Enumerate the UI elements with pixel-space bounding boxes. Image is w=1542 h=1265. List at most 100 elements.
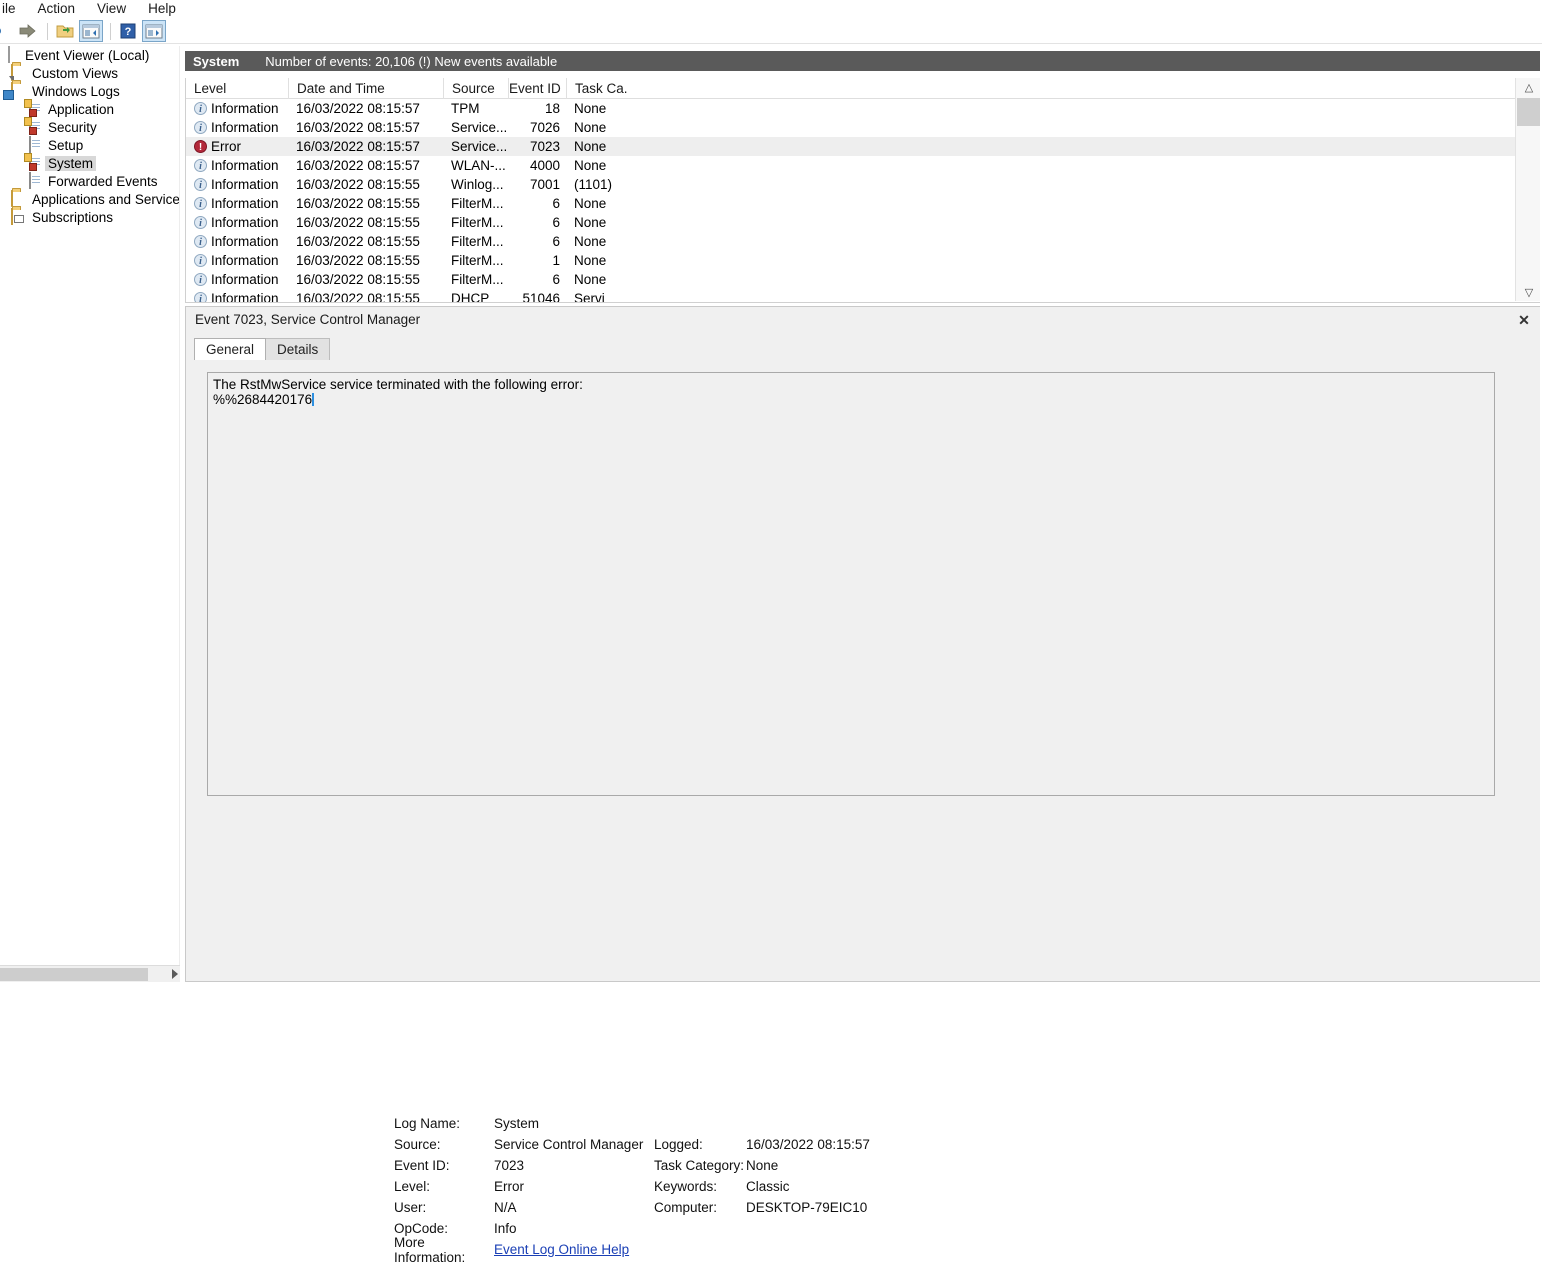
cell-task: None xyxy=(574,272,607,287)
table-row[interactable]: Information 16/03/2022 08:15:57 TPM 18 None xyxy=(186,99,1516,118)
help-button[interactable]: ? xyxy=(116,20,140,42)
question-mark-icon: ? xyxy=(120,23,136,39)
column-header-level[interactable]: Level xyxy=(186,78,288,99)
subscriptions-icon xyxy=(11,208,27,225)
cell-level: Information xyxy=(186,99,288,118)
cell-source: Service... xyxy=(451,120,508,135)
more-information-label: More Information: xyxy=(394,1234,466,1265)
tab-details[interactable]: Details xyxy=(265,338,331,360)
event-message-box[interactable]: The RstMwService service terminated with… xyxy=(207,372,1495,796)
detail-tabs: General Details xyxy=(194,338,331,360)
cell-date-time: 16/03/2022 08:15:55 xyxy=(296,234,420,249)
error-icon xyxy=(194,138,207,156)
toolbar: ? xyxy=(0,19,1542,44)
menu-item-action[interactable]: Action xyxy=(27,0,87,18)
table-row[interactable]: Error 16/03/2022 08:15:57 Service... 7023 No… xyxy=(186,137,1516,156)
cell-task: None xyxy=(574,120,607,135)
cell-event-id: 6 xyxy=(552,272,560,287)
cell-level-text: Information xyxy=(211,272,279,287)
information-icon xyxy=(194,290,207,302)
computer-value: DESKTOP-79EIC10 xyxy=(746,1200,868,1215)
level-label: Level: xyxy=(394,1179,431,1194)
sidebar-item-subscriptions[interactable]: Subscriptions xyxy=(0,208,179,226)
cell-level-text: Information xyxy=(211,253,279,268)
close-icon[interactable]: ✕ xyxy=(1515,311,1533,329)
sidebar-horizontal-scrollbar[interactable] xyxy=(0,965,180,982)
cell-level: Information xyxy=(186,232,288,251)
event-id-label: Event ID: xyxy=(394,1158,450,1173)
information-icon xyxy=(194,119,207,137)
sidebar-item-applications-and-services-logs[interactable]: Applications and Services Lo xyxy=(0,190,179,208)
information-icon xyxy=(194,157,207,175)
menu-item-view[interactable]: View xyxy=(86,0,137,18)
task-category-value: None xyxy=(746,1158,779,1173)
sidebar-item-label: Applications and Services Lo xyxy=(32,191,180,207)
events-status-text: Number of events: 20,106 (!) New events … xyxy=(265,53,558,69)
table-row[interactable]: Information 16/03/2022 08:15:55 FilterM...… xyxy=(186,194,1516,213)
sidebar-item-setup[interactable]: Setup xyxy=(0,136,179,154)
sidebar-item-system[interactable]: System xyxy=(0,154,179,172)
sidebar-item-event-viewer-local[interactable]: Event Viewer (Local) xyxy=(0,46,179,64)
cell-level: Information xyxy=(186,289,288,302)
log-name-value: System xyxy=(494,1116,540,1131)
scroll-up-icon[interactable]: △ xyxy=(1516,78,1541,96)
events-column-headers: Level Date and Time Source Event ID Task… xyxy=(186,78,1516,99)
cell-event-id: 18 xyxy=(544,101,560,116)
cell-task: None xyxy=(574,196,607,211)
chevron-right-icon[interactable] xyxy=(172,969,178,979)
sidebar-scrollbar-thumb[interactable] xyxy=(0,968,148,981)
open-saved-log-button[interactable] xyxy=(53,20,77,42)
sidebar-item-label: Custom Views xyxy=(32,65,119,81)
column-header-source[interactable]: Source xyxy=(443,78,508,99)
table-row[interactable]: Information 16/03/2022 08:15:57 WLAN-... 40… xyxy=(186,156,1516,175)
console-root-icon xyxy=(4,46,20,63)
table-row[interactable]: Information 16/03/2022 08:15:57 Service...… xyxy=(186,118,1516,137)
sidebar-item-label: Subscriptions xyxy=(32,209,114,225)
user-label: User: xyxy=(394,1200,427,1215)
menu-item-help[interactable]: Help xyxy=(137,0,187,18)
sidebar-item-custom-views[interactable]: Custom Views xyxy=(0,64,179,83)
computer-label: Computer: xyxy=(654,1200,718,1215)
table-row[interactable]: Information 16/03/2022 08:15:55 FilterM...… xyxy=(186,251,1516,270)
console-tree-sidebar[interactable]: Event Viewer (Local) Custom Views Window… xyxy=(0,46,180,965)
cell-event-id: 6 xyxy=(552,215,560,230)
events-log-name: System xyxy=(193,53,240,69)
back-button[interactable] xyxy=(0,20,14,42)
event-metadata-grid: Log Name: System Source: Service Control… xyxy=(394,1113,1294,1265)
cell-date-time: 16/03/2022 08:15:55 xyxy=(296,272,420,287)
table-row[interactable]: Information 16/03/2022 08:15:55 FilterM...… xyxy=(186,270,1516,289)
services-folder-icon xyxy=(11,190,27,207)
console-tree-icon xyxy=(82,24,100,38)
event-log-online-help-link[interactable]: Event Log Online Help xyxy=(494,1242,629,1257)
events-vertical-scrollbar[interactable]: △ ▽ xyxy=(1515,78,1541,301)
menu-item-file[interactable]: ile xyxy=(0,0,27,18)
show-hide-action-pane-button[interactable] xyxy=(142,20,166,42)
cell-level-text: Information xyxy=(211,158,279,173)
meta-row-event-id-task: Event ID: 7023 Task Category: None xyxy=(394,1155,1294,1176)
column-header-event-id[interactable]: Event ID xyxy=(508,78,566,99)
sidebar-item-forwarded-events[interactable]: Forwarded Events xyxy=(0,172,179,190)
events-scrollbar-thumb[interactable] xyxy=(1517,98,1541,126)
scroll-down-icon[interactable]: ▽ xyxy=(1516,283,1541,301)
table-row[interactable]: Information 16/03/2022 08:15:55 FilterM...… xyxy=(186,232,1516,251)
meta-row-more-information: More Information: Event Log Online Help xyxy=(394,1235,1294,1265)
table-row[interactable]: Information 16/03/2022 08:15:55 DHCP 51046 S… xyxy=(186,289,1516,302)
cell-event-id: 6 xyxy=(552,196,560,211)
tab-general[interactable]: General xyxy=(194,338,267,360)
cell-date-time: 16/03/2022 08:15:57 xyxy=(296,120,420,135)
column-header-date-time[interactable]: Date and Time xyxy=(288,78,443,99)
forward-button[interactable] xyxy=(16,20,40,42)
table-row[interactable]: Information 16/03/2022 08:15:55 Winlog... 7… xyxy=(186,175,1516,194)
show-hide-console-tree-button[interactable] xyxy=(79,20,103,42)
cell-date-time: 16/03/2022 08:15:55 xyxy=(296,196,420,211)
sidebar-item-windows-logs[interactable]: Windows Logs xyxy=(0,82,179,100)
cell-date-time: 16/03/2022 08:15:57 xyxy=(296,101,420,116)
table-row[interactable]: Information 16/03/2022 08:15:55 FilterM...… xyxy=(186,213,1516,232)
sidebar-item-application[interactable]: Application xyxy=(0,100,179,118)
cell-level-text: Information xyxy=(211,120,279,135)
column-header-task-category[interactable]: Task Ca... xyxy=(566,78,628,99)
cell-level: Information xyxy=(186,156,288,175)
sidebar-item-security[interactable]: Security xyxy=(0,118,179,136)
cell-level-text: Error xyxy=(211,139,241,154)
event-detail-panel: Event 7023, Service Control Manager ✕ Ge… xyxy=(185,306,1542,1265)
